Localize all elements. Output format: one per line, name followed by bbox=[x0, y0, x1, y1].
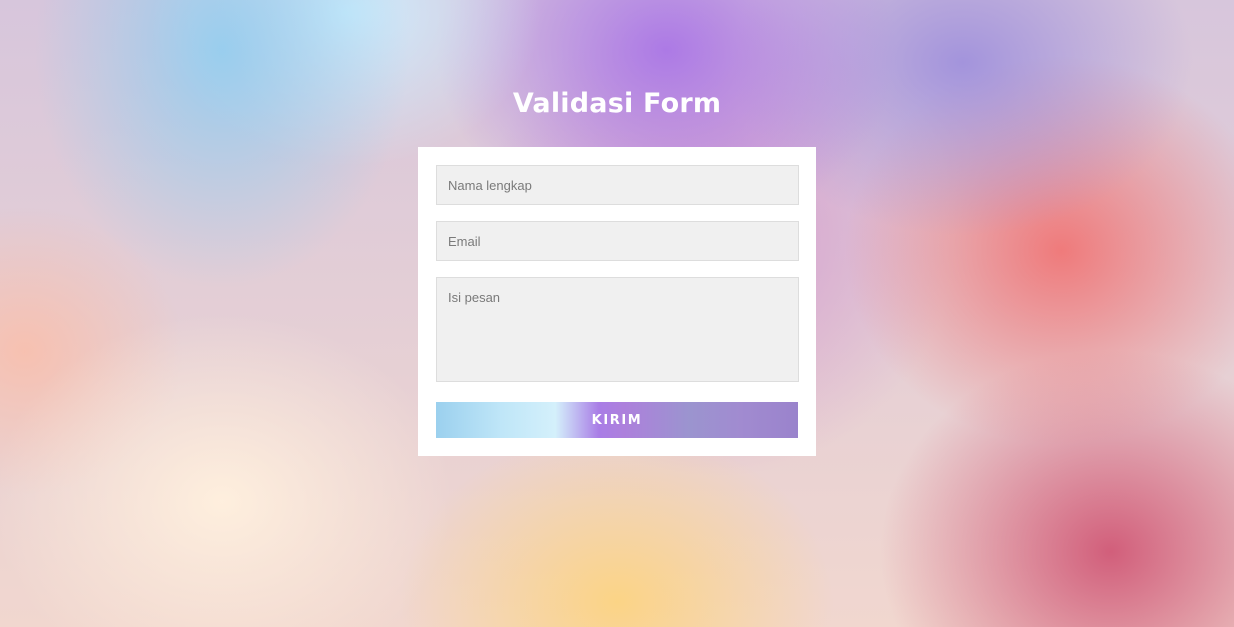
submit-button[interactable]: KIRIM bbox=[436, 402, 798, 438]
email-input[interactable] bbox=[436, 221, 799, 261]
page-title: Validasi Form bbox=[512, 88, 722, 119]
message-textarea[interactable] bbox=[436, 277, 799, 382]
contact-form-card: KIRIM bbox=[418, 147, 816, 456]
full-name-input[interactable] bbox=[436, 165, 799, 205]
